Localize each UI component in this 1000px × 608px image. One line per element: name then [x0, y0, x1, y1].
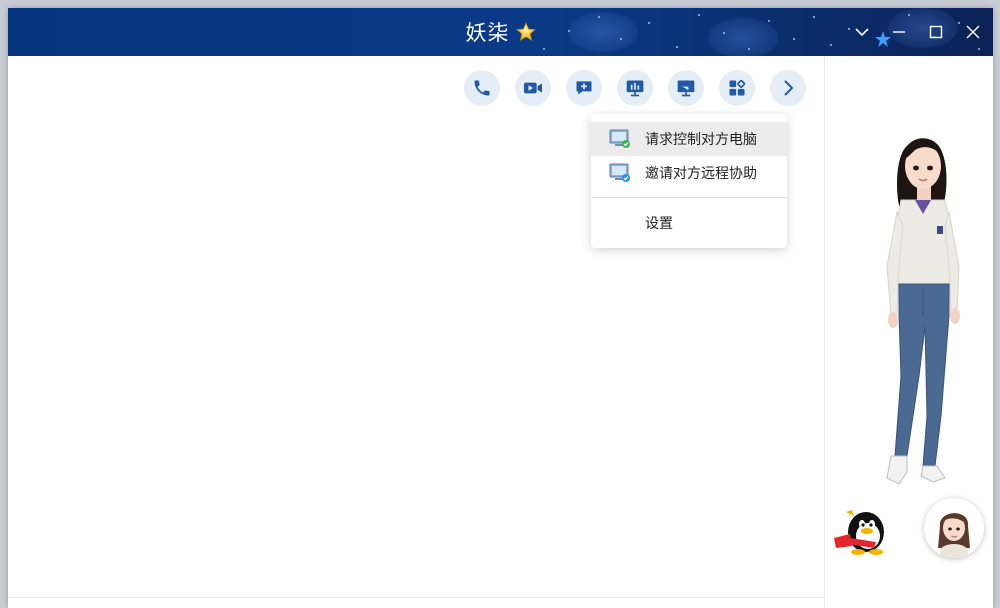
input-divider[interactable] — [8, 597, 824, 598]
screen-share-button[interactable] — [617, 70, 653, 106]
title-bar: 妖柒 — [8, 8, 993, 56]
apps-button[interactable] — [719, 70, 755, 106]
contact-name: 妖柒 — [465, 21, 510, 45]
video-call-button[interactable] — [515, 70, 551, 106]
remote-assist-menu: 请求控制对方电脑 邀请对方远程协助 设置 — [591, 114, 787, 248]
remote-desktop-button[interactable] — [668, 70, 704, 106]
qq-penguin-button[interactable] — [830, 502, 892, 558]
dropdown-window-button[interactable] — [847, 18, 876, 46]
menu-item-label: 请求控制对方电脑 — [645, 132, 757, 148]
monitor-assist-icon — [609, 163, 630, 182]
chevron-right-icon — [784, 80, 794, 96]
chat-plus-icon — [576, 81, 592, 95]
presentation-icon — [626, 80, 644, 97]
menu-separator — [591, 197, 787, 198]
avatar-girl-icon — [924, 498, 984, 558]
chat-window: 妖柒 请求控制对方电脑 邀请对方远程协助 设置 — [8, 8, 993, 608]
minimize-icon — [892, 31, 905, 33]
more-button[interactable] — [770, 70, 806, 106]
vip-star-icon — [515, 22, 536, 42]
menu-item-invite-assist[interactable]: 邀请对方远程协助 — [591, 156, 787, 190]
menu-item-label: 设置 — [645, 216, 673, 232]
menu-item-label: 邀请对方远程协助 — [645, 166, 757, 182]
remote-monitor-icon — [677, 80, 695, 97]
close-icon — [966, 25, 979, 39]
video-camera-icon — [524, 82, 542, 94]
monitor-control-icon — [609, 129, 630, 148]
qq-penguin-icon — [834, 510, 884, 555]
maximize-icon — [929, 25, 942, 39]
menu-item-settings[interactable]: 设置 — [591, 206, 787, 240]
sparkle-star-icon — [875, 31, 891, 47]
avatar[interactable] — [924, 498, 984, 558]
phone-icon — [474, 80, 490, 96]
start-group-chat-button[interactable] — [566, 70, 602, 106]
menu-item-request-control[interactable]: 请求控制对方电脑 — [591, 122, 787, 156]
chevron-down-icon — [854, 28, 869, 37]
qq-show-avatar-figure — [886, 138, 960, 485]
chat-toolbar — [464, 70, 806, 106]
voice-call-button[interactable] — [464, 70, 500, 106]
apps-grid-icon — [729, 79, 746, 96]
maximize-button[interactable] — [921, 18, 950, 46]
close-button[interactable] — [958, 18, 987, 46]
